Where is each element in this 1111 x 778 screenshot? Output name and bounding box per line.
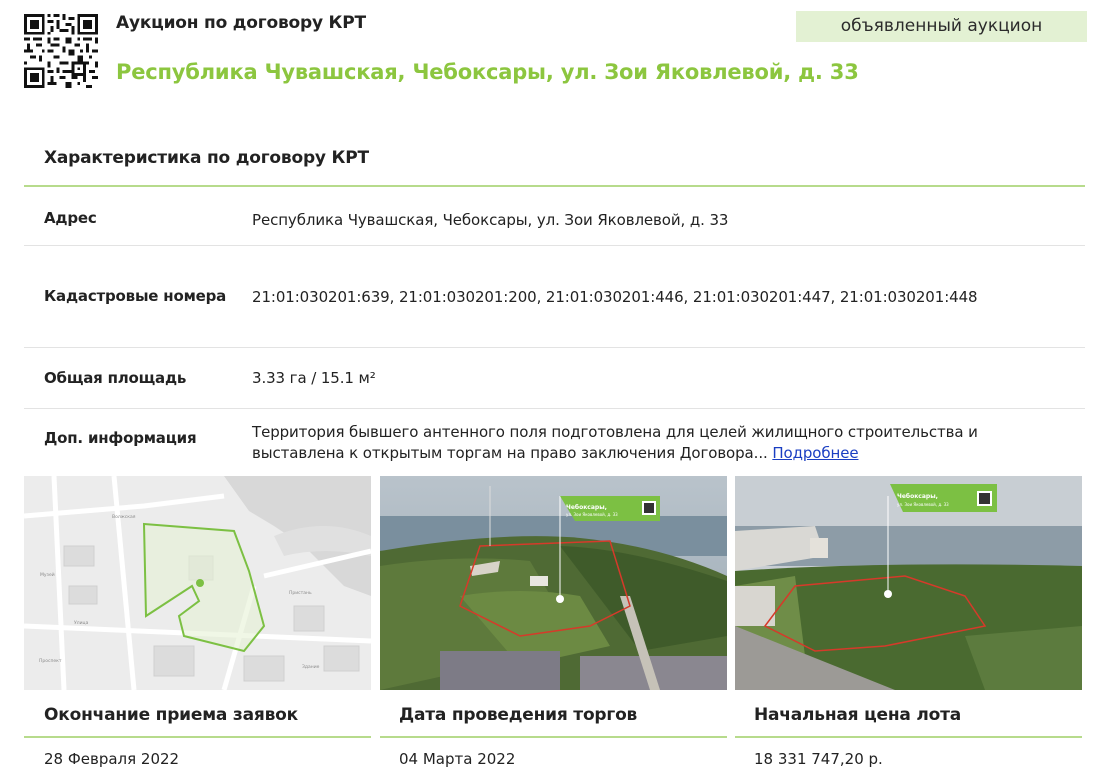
- row-divider: [24, 408, 1085, 409]
- extra-info-text: Территория бывшего антенного поля подгот…: [252, 423, 978, 462]
- lot-address-title: Республика Чувашская, Чебоксары, ул. Зои…: [116, 60, 859, 84]
- photo-tag-street: ул. Зои Яковлевой, д. 33: [566, 512, 618, 517]
- deadline-label: Окончание приема заявок: [44, 705, 298, 725]
- section-divider: [24, 185, 1085, 187]
- row-label-address: Адрес: [44, 209, 97, 227]
- row-value-extra-info: Территория бывшего антенного поля подгот…: [252, 422, 1042, 464]
- photo-tag-city: Чебоксары,: [566, 504, 607, 511]
- svg-text:Проспект: Проспект: [39, 658, 62, 664]
- map-thumbnail[interactable]: Волжская Музей Улица Пристань Здание Про…: [24, 476, 371, 690]
- row-label-area: Общая площадь: [44, 369, 187, 387]
- svg-text:Музей: Музей: [40, 571, 55, 578]
- row-value-address: Республика Чувашская, Чебоксары, ул. Зои…: [252, 211, 729, 229]
- info-divider: [24, 736, 371, 738]
- more-link[interactable]: Подробнее: [772, 444, 858, 462]
- aerial-photo-1[interactable]: Чебоксары, ул. Зои Яковлевой, д. 33: [380, 476, 727, 690]
- row-label-extra-info: Доп. информация: [44, 429, 197, 447]
- photo-tag-city: Чебоксары,: [897, 493, 938, 500]
- svg-text:Улица: Улица: [74, 620, 89, 626]
- start-price-value: 18 331 747,20 р.: [754, 750, 883, 768]
- row-label-cadastral: Кадастровые номера: [44, 287, 227, 305]
- row-divider: [24, 347, 1085, 348]
- row-value-cadastral: 21:01:030201:639, 21:01:030201:200, 21:0…: [252, 288, 978, 306]
- auction-date-label: Дата проведения торгов: [399, 705, 638, 725]
- lot-type-title: Аукцион по договору КРТ: [116, 13, 366, 33]
- qr-code-icon: [24, 14, 98, 88]
- svg-text:Волжская: Волжская: [112, 514, 136, 520]
- start-price-label: Начальная цена лота: [754, 705, 962, 725]
- aerial-photo-2[interactable]: Чебоксары, ул. Зои Яковлевой, д. 33: [735, 476, 1082, 690]
- section-title: Характеристика по договору КРТ: [44, 148, 369, 168]
- photo-tag-street: ул. Зои Яковлевой, д. 33: [897, 502, 949, 507]
- deadline-value: 28 Февраля 2022: [44, 750, 180, 768]
- row-value-area: 3.33 га / 15.1 м²: [252, 369, 376, 387]
- svg-text:Здание: Здание: [302, 664, 320, 670]
- auction-date-value: 04 Марта 2022: [399, 750, 516, 768]
- info-divider: [735, 736, 1082, 738]
- info-divider: [380, 736, 727, 738]
- svg-text:Пристань: Пристань: [289, 590, 312, 596]
- row-divider: [24, 245, 1085, 246]
- status-badge: объявленный аукцион: [796, 11, 1087, 42]
